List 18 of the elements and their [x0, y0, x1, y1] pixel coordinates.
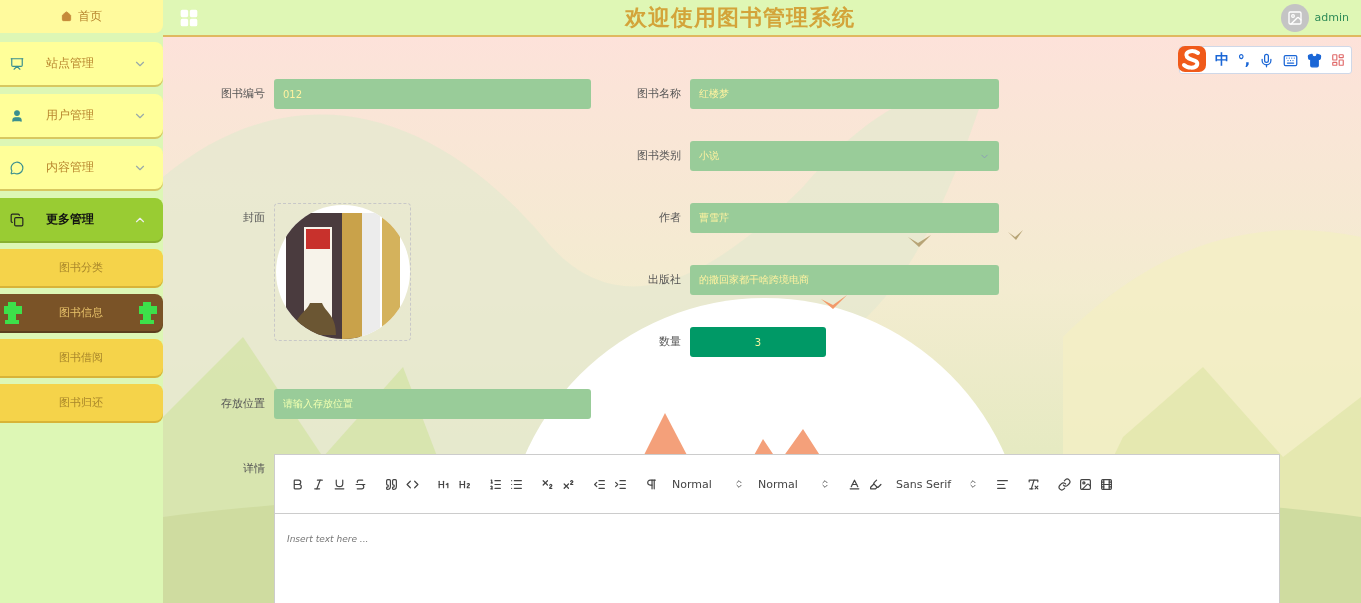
menu-icon: [10, 160, 24, 175]
menu-icon: [10, 108, 24, 123]
menu-icon: [10, 212, 24, 227]
sidebar-menu-item[interactable]: 内容管理: [0, 146, 163, 189]
menu-icon: [10, 56, 24, 71]
page-title: 欢迎使用图书管理系统: [623, 3, 856, 32]
sidebar-menu-item[interactable]: 站点管理: [0, 42, 163, 85]
sidebar-menu-item[interactable]: 用户管理: [0, 94, 163, 137]
sidebar-submenu-item[interactable]: 图书分类: [0, 249, 163, 286]
tree-icon: [2, 299, 24, 326]
sidebar-menu-item[interactable]: 更多管理: [0, 198, 163, 241]
user-name[interactable]: admin: [1314, 11, 1349, 24]
sidebar-submenu-item[interactable]: 图书借阅: [0, 339, 163, 376]
home-icon: [61, 11, 72, 22]
sidebar-submenu-item[interactable]: 图书归还: [0, 384, 163, 421]
sidebar-submenu-item[interactable]: 图书信息: [0, 294, 163, 331]
home-menu-item[interactable]: 首页: [0, 0, 163, 33]
tree-icon: [137, 299, 159, 326]
